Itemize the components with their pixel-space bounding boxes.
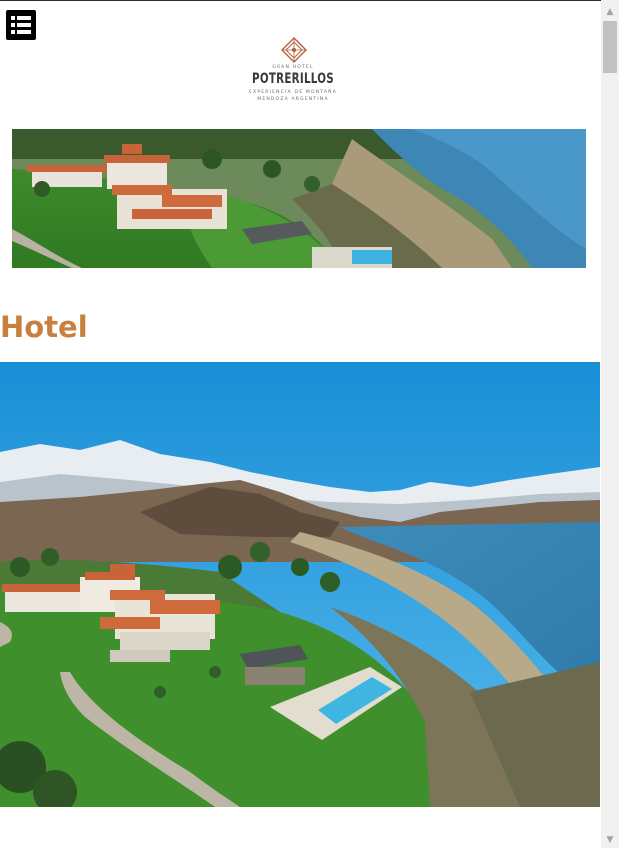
- hotel-logo[interactable]: GRAN HOTEL POTRERILLOS EXPERIENCIA DE MO…: [238, 37, 348, 109]
- page-viewport: GRAN HOTEL POTRERILLOS EXPERIENCIA DE MO…: [0, 1, 601, 848]
- logo-location: MENDOZA ARGENTINA: [257, 97, 329, 102]
- list-menu-icon: [11, 16, 31, 34]
- scroll-up-arrow-icon[interactable]: ▲: [601, 4, 619, 20]
- hero-image: [0, 362, 600, 807]
- logo-top-text: GRAN HOTEL: [272, 65, 314, 70]
- logo-name: POTRERILLOS: [252, 71, 334, 87]
- scrollbar[interactable]: ▲ ▼: [601, 0, 619, 848]
- logo-emblem-icon: [281, 37, 307, 63]
- logo-tagline: EXPERIENCIA DE MONTAÑA: [249, 90, 337, 95]
- page-heading: Hotel: [0, 310, 88, 344]
- scroll-thumb[interactable]: [603, 21, 617, 73]
- scroll-down-arrow-icon[interactable]: ▼: [601, 832, 619, 848]
- banner-image: [12, 129, 586, 268]
- menu-button[interactable]: [6, 10, 36, 40]
